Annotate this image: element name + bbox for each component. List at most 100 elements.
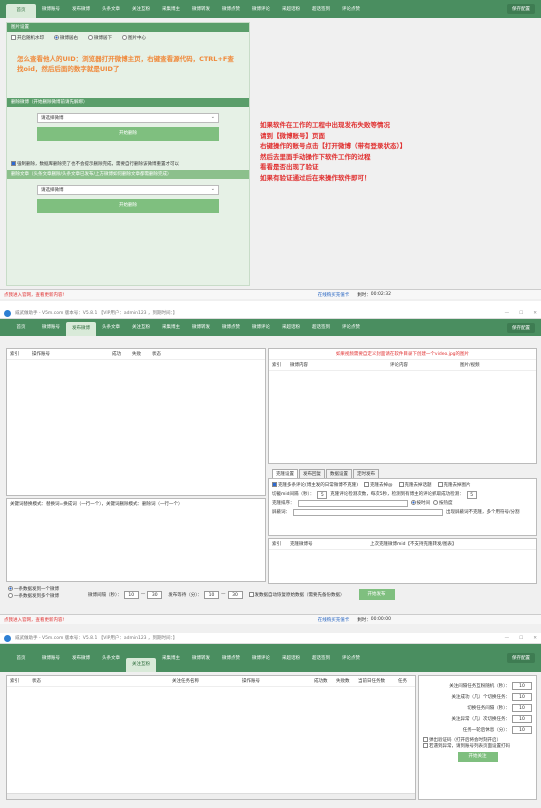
interval-min-input[interactable]: 10 <box>123 590 139 599</box>
tab-collect[interactable]: 采集博主 <box>156 319 186 336</box>
tab-accounts[interactable]: 微博账号 <box>36 1 66 18</box>
setting-input[interactable]: 10 <box>512 714 532 723</box>
tab-repost[interactable]: 微博转发 <box>186 319 216 336</box>
account-table[interactable]: 索引 操作账号 成功 失败 状态 <box>6 348 266 496</box>
tab-articles[interactable]: 头条文章 <box>96 319 126 336</box>
tab-articles[interactable]: 头条文章 <box>96 650 126 667</box>
checkbox[interactable] <box>423 743 428 748</box>
follow-task-table[interactable]: 索引 状态 关注任务名称 操作账号 成功数 失败数 当前日任务数 任务 <box>6 675 416 800</box>
restore-option[interactable]: 发数据自动恢复原始数据（需要先备份数据） <box>248 591 345 598</box>
radio[interactable] <box>433 500 438 505</box>
setting-input[interactable]: 10 <box>512 681 532 690</box>
start-delete-article-button[interactable]: 开始删除 <box>37 199 219 213</box>
tab-comment[interactable]: 微博评论 <box>246 1 276 18</box>
radio[interactable] <box>8 586 13 591</box>
tab-home[interactable]: 首页 <box>6 3 36 18</box>
tab-comment-like[interactable]: 评论点赞 <box>336 650 366 667</box>
one-weibo-option[interactable]: 一条数据发到一个微博 <box>8 586 59 593</box>
tab-accounts[interactable]: 微博账号 <box>36 319 66 336</box>
weibo-select-2[interactable]: 请选择微博 <box>37 185 219 195</box>
radio[interactable] <box>54 35 59 40</box>
close-icon[interactable]: ✕ <box>533 636 537 641</box>
tab-accounts[interactable]: 微博账号 <box>36 650 66 667</box>
mid-interval-input[interactable]: 5 <box>317 490 328 499</box>
tab-like[interactable]: 微博点赞 <box>216 650 246 667</box>
block-words-input[interactable] <box>293 509 443 516</box>
multi-weibo-option[interactable]: 一条数据发到多个微博 <box>8 593 59 600</box>
clone-no-topic-option[interactable]: 克隆去掉话题 <box>398 481 432 490</box>
tab-topic-checkin[interactable]: 超话签到 <box>306 650 336 667</box>
checkbox[interactable] <box>364 482 370 487</box>
sort-hot-option[interactable]: 按热度 <box>433 499 453 508</box>
tab-topic-fans[interactable]: 采超话粉 <box>276 319 306 336</box>
tab-follow[interactable]: 关注互粉 <box>126 1 156 18</box>
website-link[interactable]: 点我进入官网，查看更新内容! <box>4 617 64 623</box>
tab-post[interactable]: 发布微博 <box>66 1 96 18</box>
save-config-button[interactable]: 保存配置 <box>507 322 535 333</box>
exception-option[interactable]: 若遇到异常，请到账号列表页面设置打码 <box>423 743 532 749</box>
close-icon[interactable]: ✕ <box>533 311 537 316</box>
interval-max-input[interactable]: 30 <box>147 590 163 599</box>
radio[interactable] <box>88 35 93 40</box>
checkbox[interactable] <box>248 591 254 597</box>
position-right-option[interactable]: 微博居右 <box>54 35 78 41</box>
position-center-option[interactable]: 图片中心 <box>122 35 146 41</box>
tab-topic-checkin[interactable]: 超话签到 <box>306 1 336 18</box>
clone-no-image-option[interactable]: 克隆去掉图片 <box>437 481 471 490</box>
tab-comment-like[interactable]: 评论点赞 <box>336 1 366 18</box>
clone-table[interactable]: 索引 克隆微博号 上次克隆微博mid【不支持克隆转发/图表】 <box>268 538 537 584</box>
save-config-button[interactable]: 保存配置 <box>507 653 535 663</box>
tab-repost[interactable]: 微博转发 <box>186 1 216 18</box>
radio[interactable] <box>410 500 416 505</box>
radio[interactable] <box>8 593 13 598</box>
tab-follow[interactable]: 关注互粉 <box>126 319 156 336</box>
tab-post[interactable]: 发布微博 <box>66 322 96 336</box>
tab-comment-like[interactable]: 评论点赞 <box>336 319 366 336</box>
minimize-icon[interactable]: — <box>505 636 510 641</box>
tab-comment[interactable]: 微博评论 <box>246 319 276 336</box>
tab-topic-fans[interactable]: 采超话粉 <box>276 650 306 667</box>
tab-repost[interactable]: 微博转发 <box>186 650 216 667</box>
website-link[interactable]: 点我进入官网，查看更新内容! <box>4 292 64 298</box>
tab-comment[interactable]: 微博评论 <box>246 650 276 667</box>
setting-input[interactable]: 10 <box>512 703 532 712</box>
tab-articles[interactable]: 头条文章 <box>96 1 126 18</box>
tab-home[interactable]: 首页 <box>6 650 36 667</box>
tab-collect[interactable]: 采集博主 <box>156 650 186 667</box>
checkbox[interactable] <box>11 35 16 40</box>
checkbox[interactable] <box>272 482 277 487</box>
setting-input[interactable]: 10 <box>512 725 532 734</box>
detect-input[interactable]: 5 <box>466 490 477 499</box>
minimize-icon[interactable]: — <box>505 311 510 316</box>
sort-input[interactable] <box>297 500 408 507</box>
sort-time-option[interactable]: 按时间 <box>410 499 430 508</box>
start-publish-button[interactable]: 开始发布 <box>358 589 395 600</box>
checkbox[interactable] <box>398 482 404 487</box>
position-bottom-option[interactable]: 微博居下 <box>88 35 112 41</box>
tab-post[interactable]: 发布微博 <box>66 650 96 667</box>
start-follow-button[interactable]: 开始关注 <box>457 752 498 762</box>
buy-card-link[interactable]: 在线购买充值卡 <box>318 292 350 298</box>
tab-like[interactable]: 微博点赞 <box>216 319 246 336</box>
setting-input[interactable]: 10 <box>512 692 532 701</box>
checkbox[interactable] <box>437 482 443 487</box>
buy-card-link[interactable]: 在线购买充值卡 <box>318 617 350 623</box>
tab-like[interactable]: 微博点赞 <box>216 1 246 18</box>
clone-multi-option[interactable]: 克隆多条评论(博主发的日常微博不克隆) <box>272 481 358 490</box>
checkbox[interactable] <box>11 161 16 166</box>
save-config-button[interactable]: 保存配置 <box>507 4 535 14</box>
maximize-icon[interactable]: ☐ <box>519 636 523 641</box>
clone-no-at-option[interactable]: 克隆去掉@ <box>364 481 393 490</box>
horizontal-scrollbar[interactable] <box>7 793 415 799</box>
start-delete-button[interactable]: 开始删除 <box>37 127 219 141</box>
maximize-icon[interactable]: ☐ <box>519 311 523 316</box>
tab-topic-checkin[interactable]: 超话签到 <box>306 319 336 336</box>
tab-topic-fans[interactable]: 采超话粉 <box>276 1 306 18</box>
random-watermark-option[interactable]: 开启随机水印 <box>11 35 44 41</box>
tab-home[interactable]: 首页 <box>6 319 36 336</box>
keyword-replace-textarea[interactable]: 关键词替换模式：替换词=换成词（一行一个），关键词删除模式：删除词（一行一个） <box>6 498 266 582</box>
checkbox[interactable] <box>423 737 428 742</box>
wait-min-input[interactable]: 10 <box>204 590 219 599</box>
weibo-select-1[interactable]: 请选择微博 <box>37 113 219 123</box>
tab-collect[interactable]: 采集博主 <box>156 1 186 18</box>
